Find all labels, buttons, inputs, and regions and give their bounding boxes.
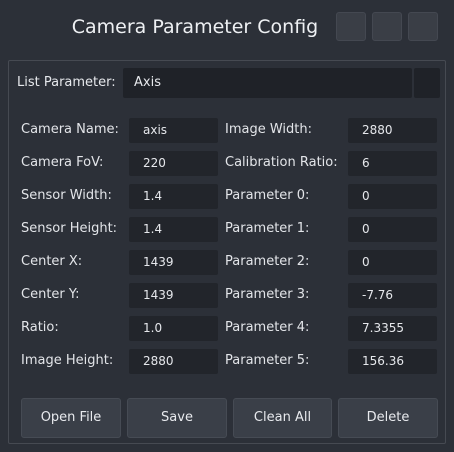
camera-name-field[interactable]: axis xyxy=(129,118,218,143)
calibration-ratio-field[interactable]: 6 xyxy=(348,151,437,176)
parameter-4-field[interactable]: 7.3355 xyxy=(348,316,437,341)
delete-button[interactable]: Delete xyxy=(338,398,438,438)
ratio-label: Ratio: xyxy=(21,320,59,335)
sensor-width-field[interactable]: 1.4 xyxy=(129,184,218,209)
camera-fov-field[interactable]: 220 xyxy=(129,151,218,176)
image-height-label: Image Height: xyxy=(21,353,114,368)
parameter-4-label: Parameter 4: xyxy=(225,320,310,335)
parameter-1-label: Parameter 1: xyxy=(225,221,310,236)
center-x-label: Center X: xyxy=(21,254,83,269)
window-title: Camera Parameter Config xyxy=(71,16,319,38)
save-button[interactable]: Save xyxy=(127,398,227,438)
clean-all-button[interactable]: Clean All xyxy=(233,398,332,438)
list-parameter-label: List Parameter: xyxy=(17,75,116,90)
list-parameter-dropdown-button[interactable] xyxy=(414,68,440,98)
calibration-ratio-label: Calibration Ratio: xyxy=(225,155,338,170)
parameter-2-label: Parameter 2: xyxy=(225,254,310,269)
list-parameter-select[interactable]: Axis xyxy=(123,68,412,98)
sensor-height-label: Sensor Height: xyxy=(21,221,118,236)
minimize-button[interactable] xyxy=(336,12,366,41)
image-width-label: Image Width: xyxy=(225,122,312,137)
camera-name-label: Camera Name: xyxy=(21,122,119,137)
parameter-3-field[interactable]: -7.76 xyxy=(348,283,437,308)
parameter-3-label: Parameter 3: xyxy=(225,287,310,302)
parameter-5-label: Parameter 5: xyxy=(225,353,310,368)
maximize-button[interactable] xyxy=(372,12,402,41)
image-height-field[interactable]: 2880 xyxy=(129,349,218,374)
center-x-field[interactable]: 1439 xyxy=(129,250,218,275)
center-y-label: Center Y: xyxy=(21,287,80,302)
parameter-2-field[interactable]: 0 xyxy=(348,250,437,275)
sensor-height-field[interactable]: 1.4 xyxy=(129,217,218,242)
camera-fov-label: Camera FoV: xyxy=(21,155,104,170)
parameter-0-field[interactable]: 0 xyxy=(348,184,437,209)
parameter-5-field[interactable]: 156.36 xyxy=(348,349,437,374)
ratio-field[interactable]: 1.0 xyxy=(129,316,218,341)
parameter-0-label: Parameter 0: xyxy=(225,188,310,203)
sensor-width-label: Sensor Width: xyxy=(21,188,112,203)
center-y-field[interactable]: 1439 xyxy=(129,283,218,308)
camera-config-window: Camera Parameter Config List Parameter: … xyxy=(0,0,454,452)
image-width-field[interactable]: 2880 xyxy=(348,118,437,143)
parameter-1-field[interactable]: 0 xyxy=(348,217,437,242)
open-file-button[interactable]: Open File xyxy=(21,398,121,438)
close-button[interactable] xyxy=(408,12,438,41)
